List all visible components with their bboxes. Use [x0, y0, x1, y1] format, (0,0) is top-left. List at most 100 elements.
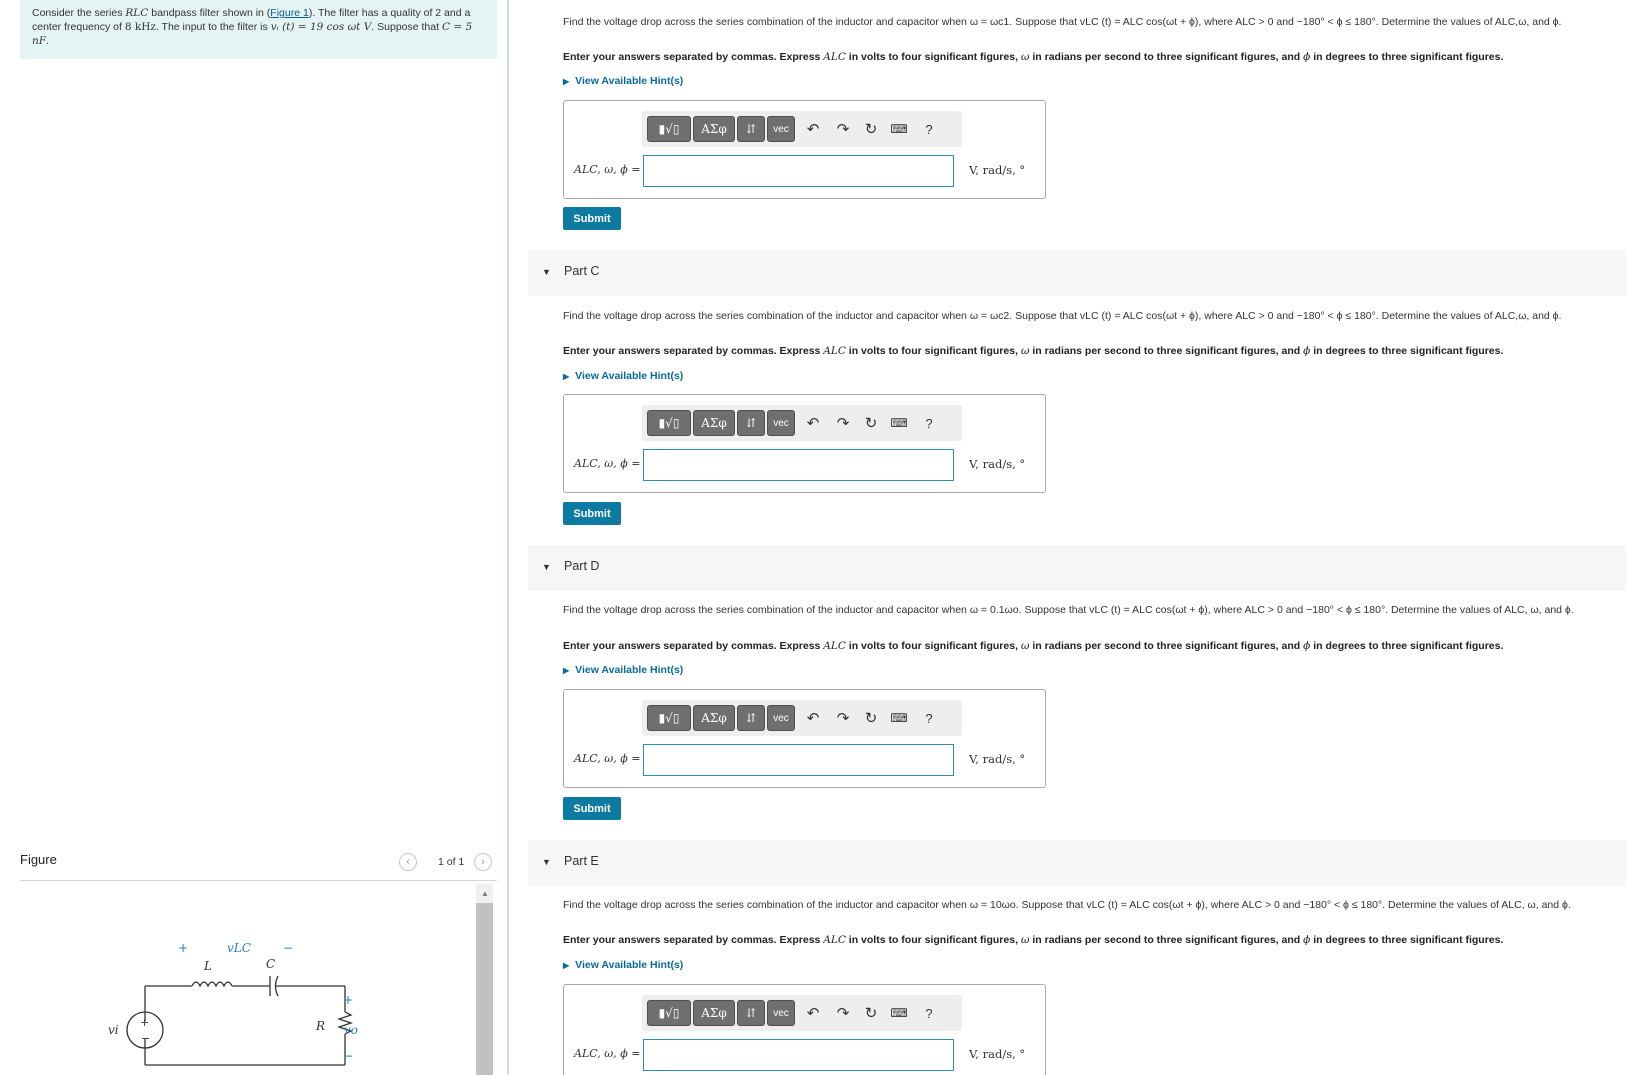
- answer-box: ▮√▯ ΑΣφ ⇵ vec ↶ ↷ ↻ ⌨ ? ALC, ω, ϕ = V, r…: [563, 984, 1046, 1075]
- svg-text:+: +: [140, 1016, 149, 1029]
- undo-icon[interactable]: ↶: [802, 708, 824, 728]
- collapse-icon[interactable]: ▼: [542, 562, 551, 572]
- figure-link[interactable]: Figure 1: [270, 7, 309, 19]
- caret-right-icon: ▶: [563, 77, 570, 86]
- chevron-right-icon[interactable]: ›: [474, 853, 492, 871]
- part-title: Part E: [564, 854, 599, 868]
- answer-box: ▮√▯ ΑΣφ ⇵ vec ↶ ↷ ↻ ⌨ ? ALC, ω, ϕ = V, r…: [563, 100, 1046, 199]
- undo-icon[interactable]: ↶: [802, 1003, 824, 1023]
- reset-icon[interactable]: ↻: [860, 413, 882, 433]
- pane-divider[interactable]: [507, 0, 509, 1075]
- greek-button[interactable]: ΑΣφ: [693, 1000, 735, 1026]
- reset-icon[interactable]: ↻: [860, 708, 882, 728]
- greek-button[interactable]: ΑΣφ: [693, 116, 735, 142]
- templates-button[interactable]: ▮√▯: [647, 116, 691, 142]
- keyboard-icon[interactable]: ⌨: [888, 708, 910, 728]
- label-L: L: [203, 959, 212, 973]
- help-button[interactable]: ?: [918, 119, 940, 139]
- greek-button[interactable]: ΑΣφ: [693, 705, 735, 731]
- circuit-diagram: + − + vLC − L C R vi + vo −: [108, 941, 358, 1066]
- answer-input[interactable]: [643, 155, 954, 187]
- help-button[interactable]: ?: [918, 708, 940, 728]
- question-text: Find the voltage drop across the series …: [563, 899, 1571, 911]
- problem-input-expr: vᵢ (t) = 19 cos ωt V: [270, 21, 372, 33]
- problem-text-4: . The input to the filter is: [155, 21, 271, 33]
- hint-toggle[interactable]: ▶ View Available Hint(s): [563, 370, 683, 382]
- answer-label: ALC, ω, ϕ =: [574, 163, 641, 176]
- answer-label: ALC, ω, ϕ =: [574, 1047, 641, 1060]
- math-toolbar: ▮√▯ ΑΣφ ⇵ vec ↶ ↷ ↻ ⌨ ?: [642, 405, 962, 441]
- math-toolbar: ▮√▯ ΑΣφ ⇵ vec ↶ ↷ ↻ ⌨ ?: [642, 995, 962, 1031]
- math-toolbar: ▮√▯ ΑΣφ ⇵ vec ↶ ↷ ↻ ⌨ ?: [642, 111, 962, 147]
- caret-right-icon: ▶: [563, 372, 570, 381]
- reset-icon[interactable]: ↻: [860, 1003, 882, 1023]
- help-button[interactable]: ?: [918, 413, 940, 433]
- redo-icon[interactable]: ↷: [832, 1003, 854, 1023]
- templates-button[interactable]: ▮√▯: [647, 410, 691, 436]
- redo-icon[interactable]: ↷: [832, 708, 854, 728]
- figure-pager: 1 of 1: [438, 856, 465, 868]
- answer-label: ALC, ω, ϕ =: [574, 752, 641, 765]
- caret-right-icon: ▶: [563, 961, 570, 970]
- problem-text-5: . Suppose that: [371, 21, 442, 33]
- left-pane: Consider the series RLC bandpass filter …: [0, 0, 505, 1075]
- label-plus-vo: +: [343, 993, 353, 1007]
- figure-scrollbar-thumb[interactable]: [476, 903, 493, 1075]
- vec-button[interactable]: vec: [767, 410, 795, 436]
- submit-button[interactable]: Submit: [563, 502, 621, 525]
- label-minus-vlc: −: [283, 941, 293, 955]
- problem-text-6: .: [46, 35, 49, 47]
- answer-label: ALC, ω, ϕ =: [574, 457, 641, 470]
- figure-title: Figure: [20, 852, 57, 867]
- redo-icon[interactable]: ↷: [832, 119, 854, 139]
- submit-button[interactable]: Submit: [563, 797, 621, 820]
- label-minus-vo: −: [343, 1049, 353, 1063]
- scroll-up-icon[interactable]: ▲: [481, 889, 489, 898]
- keyboard-icon[interactable]: ⌨: [888, 413, 910, 433]
- vec-button[interactable]: vec: [767, 1000, 795, 1026]
- greek-button[interactable]: ΑΣφ: [693, 410, 735, 436]
- arrows-button[interactable]: ⇵: [737, 1000, 765, 1026]
- part-e-header[interactable]: ▼ Part E: [528, 840, 1626, 886]
- hint-toggle[interactable]: ▶ View Available Hint(s): [563, 75, 683, 87]
- templates-button[interactable]: ▮√▯: [647, 1000, 691, 1026]
- problem-text-1: Consider the series: [32, 7, 126, 19]
- arrows-button[interactable]: ⇵: [737, 410, 765, 436]
- keyboard-icon[interactable]: ⌨: [888, 1003, 910, 1023]
- arrows-button[interactable]: ⇵: [737, 116, 765, 142]
- undo-icon[interactable]: ↶: [802, 413, 824, 433]
- answer-units: V, rad/s, °: [969, 163, 1026, 177]
- question-text: Find the voltage drop across the series …: [563, 604, 1574, 616]
- part-d-header[interactable]: ▼ Part D: [528, 545, 1626, 591]
- answer-box: ▮√▯ ΑΣφ ⇵ vec ↶ ↷ ↻ ⌨ ? ALC, ω, ϕ = V, r…: [563, 394, 1046, 493]
- vec-button[interactable]: vec: [767, 116, 795, 142]
- answer-input[interactable]: [643, 1039, 954, 1071]
- vec-button[interactable]: vec: [767, 705, 795, 731]
- arrows-button[interactable]: ⇵: [737, 705, 765, 731]
- answer-input[interactable]: [643, 449, 954, 481]
- instruction-text: Enter your answers separated by commas. …: [563, 345, 1504, 357]
- help-button[interactable]: ?: [918, 1003, 940, 1023]
- templates-button[interactable]: ▮√▯: [647, 705, 691, 731]
- collapse-icon[interactable]: ▼: [542, 267, 551, 277]
- instruction-text: Enter your answers separated by commas. …: [563, 51, 1504, 63]
- label-vi: vi: [108, 1023, 119, 1037]
- problem-rlc: RLC: [125, 7, 149, 19]
- collapse-icon[interactable]: ▼: [542, 857, 551, 867]
- label-vlc: vLC: [227, 941, 251, 955]
- hint-toggle[interactable]: ▶ View Available Hint(s): [563, 959, 683, 971]
- answer-units: V, rad/s, °: [969, 1047, 1026, 1061]
- reset-icon[interactable]: ↻: [860, 119, 882, 139]
- answer-input[interactable]: [643, 744, 954, 776]
- keyboard-icon[interactable]: ⌨: [888, 119, 910, 139]
- chevron-left-icon[interactable]: ‹: [399, 853, 417, 871]
- instruction-text: Enter your answers separated by commas. …: [563, 640, 1504, 652]
- submit-button[interactable]: Submit: [563, 207, 621, 230]
- answer-units: V, rad/s, °: [969, 752, 1026, 766]
- hint-toggle[interactable]: ▶ View Available Hint(s): [563, 664, 683, 676]
- part-c-header[interactable]: ▼ Part C: [528, 250, 1626, 296]
- math-toolbar: ▮√▯ ΑΣφ ⇵ vec ↶ ↷ ↻ ⌨ ?: [642, 700, 962, 736]
- caret-right-icon: ▶: [563, 666, 570, 675]
- redo-icon[interactable]: ↷: [832, 413, 854, 433]
- undo-icon[interactable]: ↶: [802, 119, 824, 139]
